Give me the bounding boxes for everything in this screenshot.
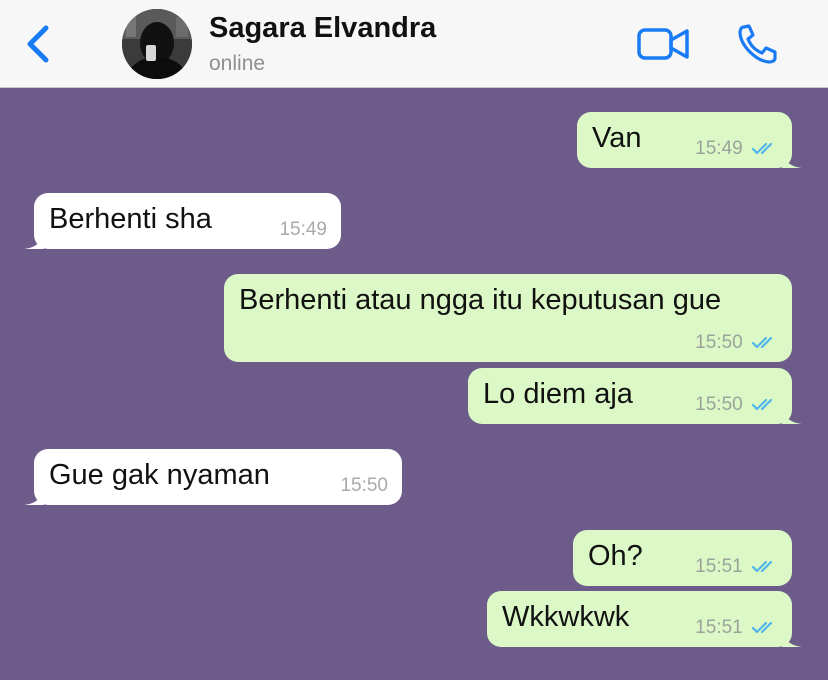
message-time: 15:50 [695,394,743,415]
message-bubble-outgoing[interactable]: Berhenti atau ngga itu keputusan gue 15:… [224,274,792,362]
avatar[interactable] [122,9,192,79]
avatar-image [122,9,192,79]
message-meta: 15:49 [695,138,778,160]
double-check-icon [752,398,773,411]
phone-icon [738,24,777,64]
message-meta: 15:51 [695,556,778,578]
message-text: Gue gak nyaman [49,459,270,491]
contact-name[interactable]: Sagara Elvandra [209,12,436,45]
bubble-tail [782,408,802,424]
message-time: 15:51 [695,617,743,638]
message-meta: 15:50 [695,332,778,354]
message-bubble-incoming[interactable]: Berhenti sha 15:49 [24,193,341,249]
double-check-icon [752,621,773,634]
back-button[interactable] [22,22,58,66]
voice-call-button[interactable] [736,22,782,66]
video-camera-icon [637,28,689,60]
message-text: Wkkwkwk [502,601,630,633]
message-time: 15:49 [279,219,327,240]
double-check-icon [752,336,773,349]
message-text: Berhenti sha [49,203,212,235]
message-meta: 15:51 [695,617,778,639]
message-bubble-outgoing[interactable]: Lo diem aja 15:50 [468,368,802,424]
message-bubble-outgoing[interactable]: Wkkwkwk 15:51 [487,591,802,647]
message-text: Lo diem aja [483,378,633,410]
message-meta: 15:50 [695,394,778,416]
video-call-button[interactable] [636,24,690,64]
message-time: 15:50 [695,332,743,353]
message-bubble-outgoing[interactable]: Van 15:49 [577,112,802,168]
bubble-tail [24,233,44,249]
message-text: Oh? [588,540,643,572]
bubble-tail [24,489,44,505]
message-bubble-incoming[interactable]: Gue gak nyaman 15:50 [24,449,402,505]
message-list[interactable]: Van 15:49 Berhenti sha 15:49 Berhenti at… [0,88,828,680]
message-bubble-outgoing[interactable]: Oh? 15:51 [573,530,792,586]
bubble-tail [782,631,802,647]
message-text: Berhenti atau ngga itu keputusan gue [239,284,722,316]
message-text: Van [592,122,642,154]
message-time: 15:51 [695,556,743,577]
message-time: 15:50 [340,475,388,496]
double-check-icon [752,142,773,155]
chat-header: Sagara Elvandra online [0,0,828,88]
chevron-left-icon [27,25,49,63]
double-check-icon [752,560,773,573]
message-time: 15:49 [695,138,743,159]
bubble-tail [782,152,802,168]
contact-status: online [209,52,266,75]
